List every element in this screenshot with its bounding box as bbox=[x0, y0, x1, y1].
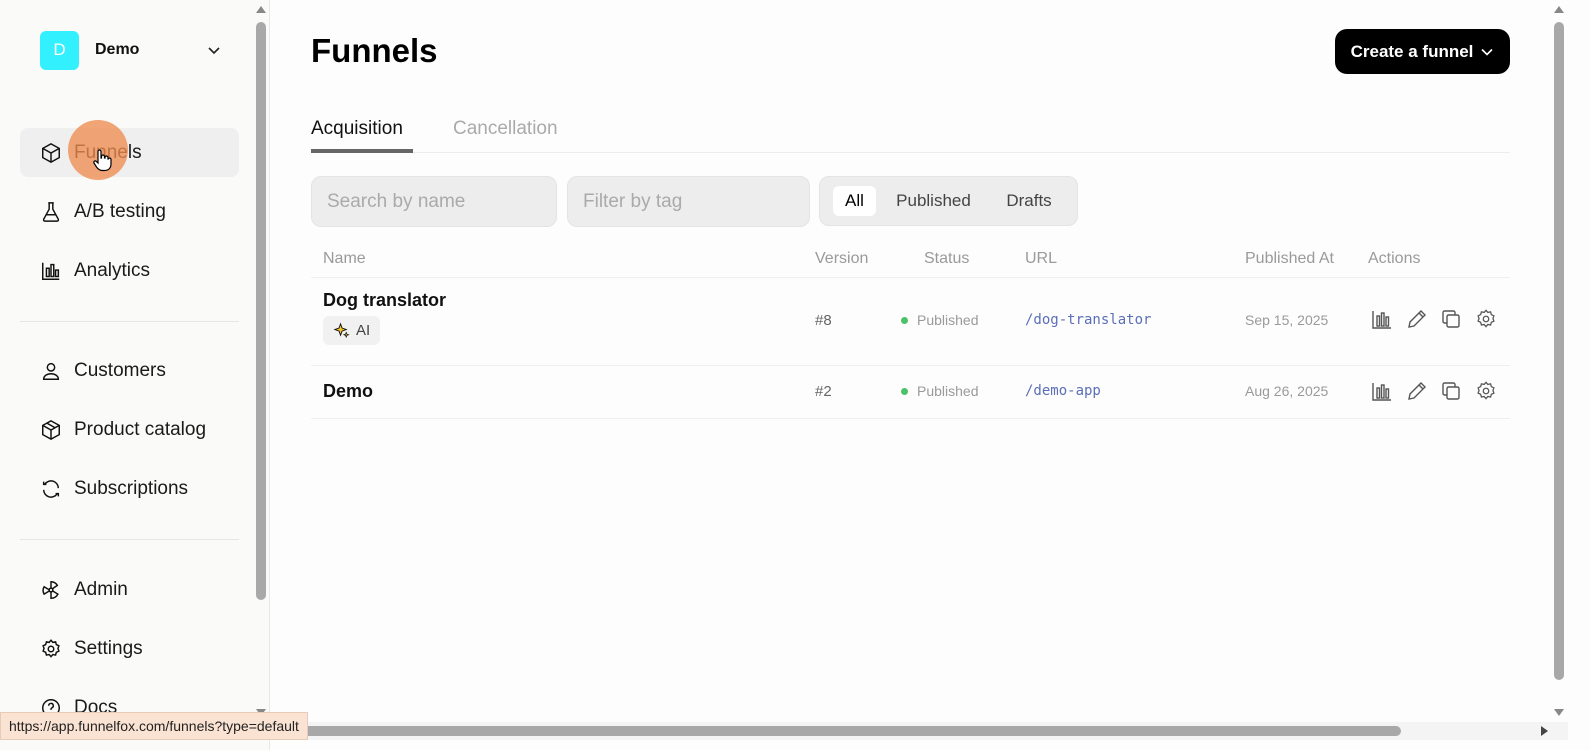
status-badge: Published bbox=[901, 383, 979, 399]
create-funnel-button[interactable]: Create a funnel bbox=[1335, 29, 1510, 74]
segment-published[interactable]: Published bbox=[886, 186, 981, 216]
chevron-down-icon bbox=[1481, 48, 1493, 56]
funnel-url-link[interactable]: /dog-translator bbox=[1025, 312, 1151, 328]
link-status-bar: https://app.funnelfox.com/funnels?type=d… bbox=[0, 712, 308, 740]
segment-drafts[interactable]: Drafts bbox=[993, 186, 1065, 216]
column-header-actions: Actions bbox=[1368, 250, 1421, 267]
status-dot bbox=[901, 387, 908, 395]
scrollbar-thumb[interactable] bbox=[291, 726, 1401, 736]
sidebar-item-label: Customers bbox=[74, 359, 166, 381]
edit-pencil-icon[interactable] bbox=[1406, 380, 1428, 402]
status-dot bbox=[901, 316, 908, 324]
column-header-published-at: Published At bbox=[1245, 250, 1334, 267]
status-segmented-control: All Published Drafts bbox=[819, 176, 1078, 226]
funnel-version: #8 bbox=[815, 312, 832, 329]
scroll-up-arrow-icon[interactable] bbox=[256, 6, 266, 13]
ai-tag: AI bbox=[323, 316, 381, 345]
main-scrollbar[interactable] bbox=[1550, 0, 1568, 722]
sidebar-item-subscriptions[interactable]: Subscriptions bbox=[20, 464, 239, 513]
sidebar-divider bbox=[20, 539, 239, 540]
sidebar-item-label: Product catalog bbox=[74, 418, 207, 440]
scroll-right-arrow-icon[interactable] bbox=[1541, 726, 1548, 736]
workspace-name: Demo bbox=[95, 41, 140, 58]
sidebar-item-ab-testing[interactable]: A/B testing bbox=[20, 187, 239, 236]
gear-icon[interactable] bbox=[1475, 308, 1497, 330]
column-header-status: Status bbox=[924, 250, 970, 267]
tab-cancellation[interactable]: Cancellation bbox=[453, 118, 558, 140]
horizontal-scrollbar[interactable] bbox=[271, 722, 1568, 740]
scrollbar-thumb[interactable] bbox=[256, 22, 266, 600]
published-date: Sep 15, 2025 bbox=[1245, 312, 1329, 328]
radiation-icon bbox=[42, 580, 59, 599]
analytics-icon[interactable] bbox=[1371, 380, 1393, 402]
funnel-type-tabs: Acquisition Cancellation bbox=[311, 112, 1510, 153]
refresh-icon bbox=[42, 479, 60, 498]
create-funnel-label: Create a funnel bbox=[1350, 41, 1474, 61]
sidebar: D Demo Funnels A/B testing Analytics Cus… bbox=[0, 0, 270, 750]
bar-chart-icon bbox=[42, 262, 60, 280]
box-icon bbox=[42, 142, 60, 163]
table-row[interactable]: Dog translator AI #8 Published /dog-tran… bbox=[311, 278, 1510, 366]
sidebar-scrollbar[interactable] bbox=[252, 0, 269, 722]
status-text: Published bbox=[917, 383, 979, 399]
sidebar-item-customers[interactable]: Customers bbox=[20, 346, 239, 395]
sparkles-icon bbox=[333, 322, 350, 339]
tab-acquisition[interactable]: Acquisition bbox=[311, 118, 403, 140]
funnel-url-link[interactable]: /demo-app bbox=[1025, 383, 1101, 399]
analytics-icon[interactable] bbox=[1371, 308, 1393, 330]
workspace-switcher[interactable]: D Demo bbox=[40, 30, 240, 70]
sidebar-item-product-catalog[interactable]: Product catalog bbox=[20, 405, 239, 454]
column-header-version: Version bbox=[815, 250, 869, 267]
column-header-url: URL bbox=[1025, 250, 1058, 267]
page-title: Funnels bbox=[311, 32, 438, 69]
sidebar-item-label: Settings bbox=[74, 637, 143, 659]
sidebar-item-label: Analytics bbox=[74, 259, 151, 281]
scrollbar-thumb[interactable] bbox=[1554, 22, 1564, 680]
sidebar-item-label: A/B testing bbox=[74, 200, 166, 222]
gear-icon bbox=[42, 638, 60, 658]
package-icon bbox=[42, 419, 60, 440]
main-content: Funnels Create a funnel Acquisition Canc… bbox=[271, 0, 1550, 722]
published-date: Aug 26, 2025 bbox=[1245, 383, 1329, 399]
flask-icon bbox=[42, 201, 60, 222]
tag-filter-input[interactable] bbox=[567, 176, 810, 227]
sidebar-item-label: Subscriptions bbox=[74, 477, 189, 499]
gear-icon[interactable] bbox=[1475, 380, 1497, 402]
search-input[interactable] bbox=[311, 176, 557, 227]
sidebar-item-analytics[interactable]: Analytics bbox=[20, 246, 239, 295]
sidebar-item-label: Admin bbox=[74, 578, 128, 600]
table-row[interactable]: Demo #2 Published /demo-app Aug 26, 2025 bbox=[311, 367, 1510, 419]
workspace-avatar: D bbox=[40, 30, 79, 70]
sidebar-divider bbox=[20, 321, 239, 322]
chevron-down-icon bbox=[208, 47, 220, 55]
status-text: Published bbox=[917, 312, 979, 328]
status-badge: Published bbox=[901, 312, 979, 328]
scroll-down-arrow-icon[interactable] bbox=[1554, 709, 1564, 716]
duplicate-icon[interactable] bbox=[1440, 380, 1462, 402]
hand-cursor-icon bbox=[93, 149, 112, 172]
segment-all[interactable]: All bbox=[833, 186, 876, 216]
funnel-version: #2 bbox=[815, 383, 832, 400]
scroll-up-arrow-icon[interactable] bbox=[1554, 6, 1564, 13]
duplicate-icon[interactable] bbox=[1440, 308, 1462, 330]
active-tab-indicator bbox=[311, 149, 413, 153]
column-header-name: Name bbox=[323, 250, 366, 267]
funnel-name[interactable]: Demo bbox=[323, 381, 373, 402]
edit-pencil-icon[interactable] bbox=[1406, 308, 1428, 330]
tag-label: AI bbox=[356, 322, 371, 339]
row-actions bbox=[1371, 308, 1509, 330]
sidebar-item-admin[interactable]: Admin bbox=[20, 565, 239, 614]
sidebar-item-settings[interactable]: Settings bbox=[20, 624, 239, 673]
row-actions bbox=[1371, 380, 1509, 402]
sidebar-item-funnels[interactable]: Funnels bbox=[20, 128, 239, 177]
user-icon bbox=[42, 362, 60, 380]
funnel-name[interactable]: Dog translator bbox=[323, 290, 446, 311]
